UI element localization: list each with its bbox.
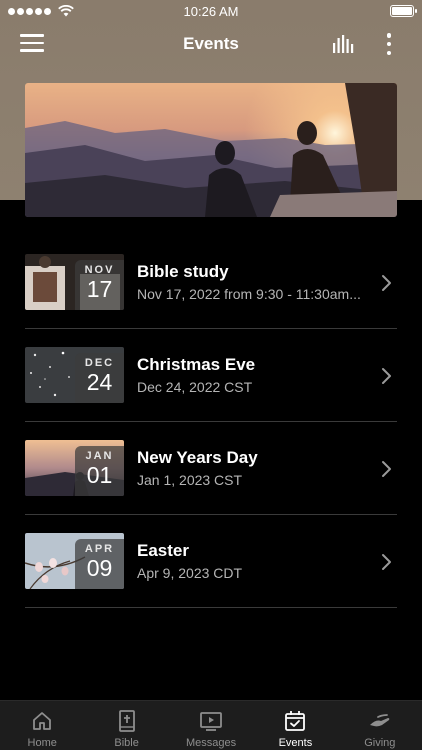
- tab-label: Events: [278, 737, 313, 749]
- date-badge: NOV 17: [75, 260, 124, 310]
- home-icon: [33, 712, 52, 730]
- bible-icon: [118, 710, 135, 732]
- calendar-icon: [285, 711, 306, 731]
- event-thumbnail: APR 09: [25, 533, 124, 589]
- tab-home[interactable]: Home: [0, 701, 84, 750]
- event-date: Apr 9, 2023 CDT: [137, 565, 243, 581]
- event-title: Christmas Eve: [137, 355, 256, 374]
- event-list: NOV 17 Bible study Nov 17, 2022 from 9:3…: [25, 236, 397, 608]
- giving-icon: [369, 714, 390, 727]
- tab-label: Giving: [364, 737, 396, 749]
- event-date: Nov 17, 2022 from 9:30 - 11:30am...: [137, 286, 361, 302]
- status-bar: 10:26 AM: [0, 0, 422, 22]
- date-month: JAN: [85, 450, 114, 462]
- event-title: Bible study: [137, 262, 229, 281]
- event-thumbnail: DEC 24: [25, 347, 124, 403]
- tab-bar: Home Bible Messages Events Giving: [0, 700, 422, 750]
- date-day: 01: [86, 462, 113, 488]
- audio-bars-icon[interactable]: [332, 34, 356, 54]
- chevron-right-icon: [382, 275, 391, 291]
- event-thumbnail: JAN 01: [25, 440, 124, 496]
- tab-messages[interactable]: Messages: [169, 701, 253, 750]
- event-row-bible-study[interactable]: NOV 17 Bible study Nov 17, 2022 from 9:3…: [25, 236, 397, 329]
- tab-label: Messages: [185, 737, 237, 749]
- event-row-easter[interactable]: APR 09 Easter Apr 9, 2023 CDT: [25, 515, 397, 608]
- page-title: Events: [183, 34, 239, 53]
- event-title: New Years Day: [137, 448, 258, 467]
- event-title: Easter: [137, 541, 189, 560]
- date-day: 17: [86, 276, 113, 302]
- tab-events[interactable]: Events: [253, 701, 337, 750]
- nav-bar: Events: [0, 22, 422, 66]
- event-thumbnail: NOV 17: [25, 254, 124, 310]
- tab-label: Home: [27, 737, 57, 749]
- date-month: NOV: [84, 264, 115, 276]
- status-time: 10:26 AM: [183, 4, 239, 19]
- date-badge: JAN 01: [75, 446, 124, 496]
- event-date: Dec 24, 2022 CST: [137, 379, 253, 395]
- tab-giving[interactable]: Giving: [338, 701, 422, 750]
- tab-label: Bible: [114, 737, 139, 749]
- chevron-right-icon: [382, 554, 391, 570]
- more-options-icon[interactable]: [383, 32, 395, 56]
- date-month: DEC: [84, 357, 115, 369]
- messages-icon: [200, 712, 222, 731]
- chevron-right-icon: [382, 368, 391, 384]
- date-badge: APR 09: [75, 539, 124, 589]
- battery-icon: [390, 5, 417, 17]
- date-day: 09: [86, 555, 113, 581]
- chevron-right-icon: [382, 461, 391, 477]
- date-day: 24: [86, 369, 113, 395]
- event-row-christmas-eve[interactable]: DEC 24 Christmas Eve Dec 24, 2022 CST: [25, 329, 397, 422]
- event-row-new-years-day[interactable]: JAN 01 New Years Day Jan 1, 2023 CST: [25, 422, 397, 515]
- event-date: Jan 1, 2023 CST: [137, 472, 243, 488]
- date-badge: DEC 24: [75, 353, 124, 403]
- tab-bible[interactable]: Bible: [84, 701, 168, 750]
- hero-image[interactable]: [25, 83, 397, 217]
- date-month: APR: [84, 543, 115, 555]
